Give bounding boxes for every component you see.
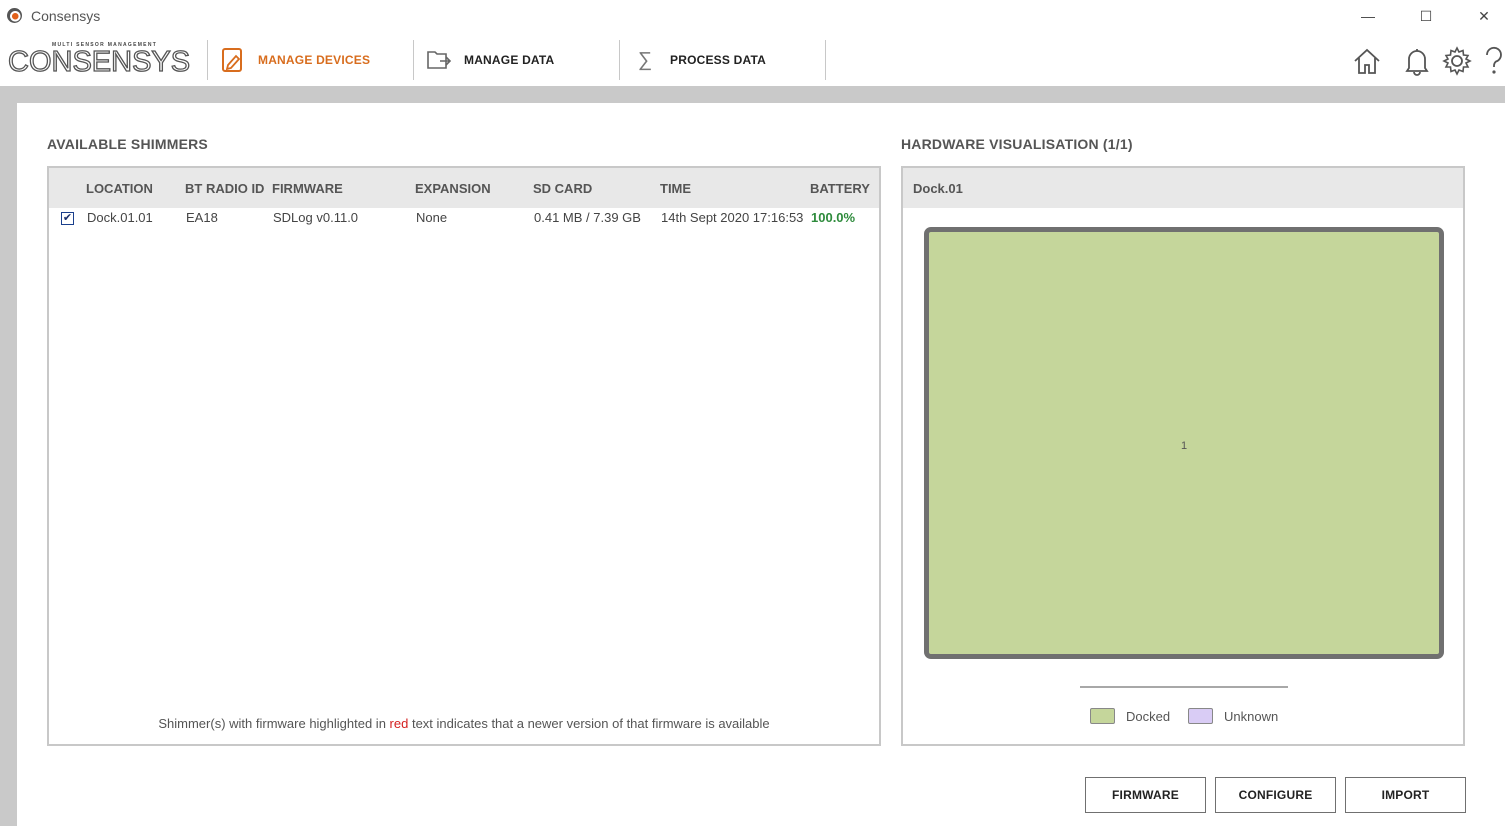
gear-icon[interactable]	[1440, 44, 1474, 78]
nav-divider	[413, 40, 414, 80]
logo-name: CONSENSYS	[7, 45, 191, 78]
title-bar: Consensys — ☐ ✕	[0, 0, 1505, 32]
firmware-footnote: Shimmer(s) with firmware highlighted in …	[49, 716, 879, 731]
column-header-sd-card[interactable]: SD CARD	[533, 181, 592, 196]
column-header-bt-radio-id[interactable]: BT RADIO ID	[185, 181, 264, 196]
hardware-visualisation-panel: Dock.01 1 Docked Unknown	[901, 166, 1465, 746]
column-header-battery[interactable]: BATTERY	[810, 181, 870, 196]
help-icon[interactable]	[1482, 44, 1505, 78]
top-navigation: MULTI SENSOR MANAGEMENT CONSENSYS MANAGE…	[0, 32, 1505, 86]
tab-process-data[interactable]: ∑ PROCESS DATA	[632, 40, 766, 80]
column-header-time[interactable]: TIME	[660, 181, 691, 196]
minimize-button[interactable]: —	[1353, 4, 1383, 28]
cell-time: 14th Sept 2020 17:16:53	[661, 210, 804, 225]
dock-header: Dock.01	[903, 168, 1463, 208]
sigma-icon: ∑	[637, 48, 653, 71]
manage-devices-icon	[220, 47, 246, 73]
folder-export-icon	[426, 47, 452, 73]
consensys-logo: MULTI SENSOR MANAGEMENT CONSENSYS	[7, 38, 191, 82]
cell-firmware: SDLog v0.11.0	[273, 210, 359, 225]
cell-expansion: None	[416, 210, 448, 225]
legend-label: Unknown	[1224, 708, 1279, 724]
nav-divider	[825, 40, 826, 80]
docked-swatch	[1090, 708, 1115, 724]
footnote-text: Shimmer(s) with firmware highlighted in	[158, 716, 390, 731]
nav-divider	[207, 40, 208, 80]
home-icon[interactable]	[1350, 44, 1384, 78]
dock-slot[interactable]: 1	[924, 227, 1444, 659]
tab-manage-data[interactable]: MANAGE DATA	[426, 40, 554, 80]
table-row[interactable]: ✔ Dock.01.01 EA18 SDLog v0.11.0 None 0.4…	[49, 208, 879, 230]
close-button[interactable]: ✕	[1469, 4, 1499, 28]
legend-divider	[1080, 686, 1288, 688]
firmware-button[interactable]: FIRMWARE	[1085, 777, 1206, 813]
shimmers-table: LOCATION BT RADIO ID FIRMWARE EXPANSION …	[47, 166, 881, 746]
window-title: Consensys	[31, 8, 101, 24]
tab-label: MANAGE DEVICES	[258, 53, 371, 67]
legend-label: Docked	[1126, 708, 1171, 724]
tab-manage-devices[interactable]: MANAGE DEVICES	[220, 40, 370, 80]
cell-sd-card: 0.41 MB / 7.39 GB	[534, 210, 641, 225]
configure-button[interactable]: CONFIGURE	[1215, 777, 1336, 813]
dock-label: Dock.01	[913, 181, 963, 196]
footnote-text: text indicates that a newer version of t…	[408, 716, 770, 731]
hardware-visualisation-title: HARDWARE VISUALISATION (1/1)	[901, 136, 1133, 152]
tab-label: MANAGE DATA	[464, 53, 555, 67]
import-button[interactable]: IMPORT	[1345, 777, 1466, 813]
legend-unknown: Unknown	[1188, 708, 1278, 724]
cell-bt-radio-id: EA18	[186, 210, 218, 225]
row-checkbox[interactable]: ✔	[61, 212, 74, 225]
table-header: LOCATION BT RADIO ID FIRMWARE EXPANSION …	[49, 168, 879, 208]
available-shimmers-title: AVAILABLE SHIMMERS	[47, 136, 208, 152]
maximize-button[interactable]: ☐	[1411, 4, 1441, 28]
column-header-location[interactable]: LOCATION	[86, 181, 153, 196]
column-header-expansion[interactable]: EXPANSION	[415, 181, 491, 196]
cell-location: Dock.01.01	[87, 210, 153, 225]
column-header-firmware[interactable]: FIRMWARE	[272, 181, 343, 196]
app-icon	[7, 8, 22, 23]
legend-docked: Docked	[1090, 708, 1170, 724]
nav-divider	[619, 40, 620, 80]
slot-number: 1	[1180, 440, 1188, 452]
footnote-red-word: red	[389, 716, 409, 731]
cell-battery: 100.0%	[811, 210, 856, 225]
unknown-swatch	[1188, 708, 1213, 724]
bell-icon[interactable]	[1400, 44, 1434, 78]
tab-label: PROCESS DATA	[670, 53, 766, 67]
